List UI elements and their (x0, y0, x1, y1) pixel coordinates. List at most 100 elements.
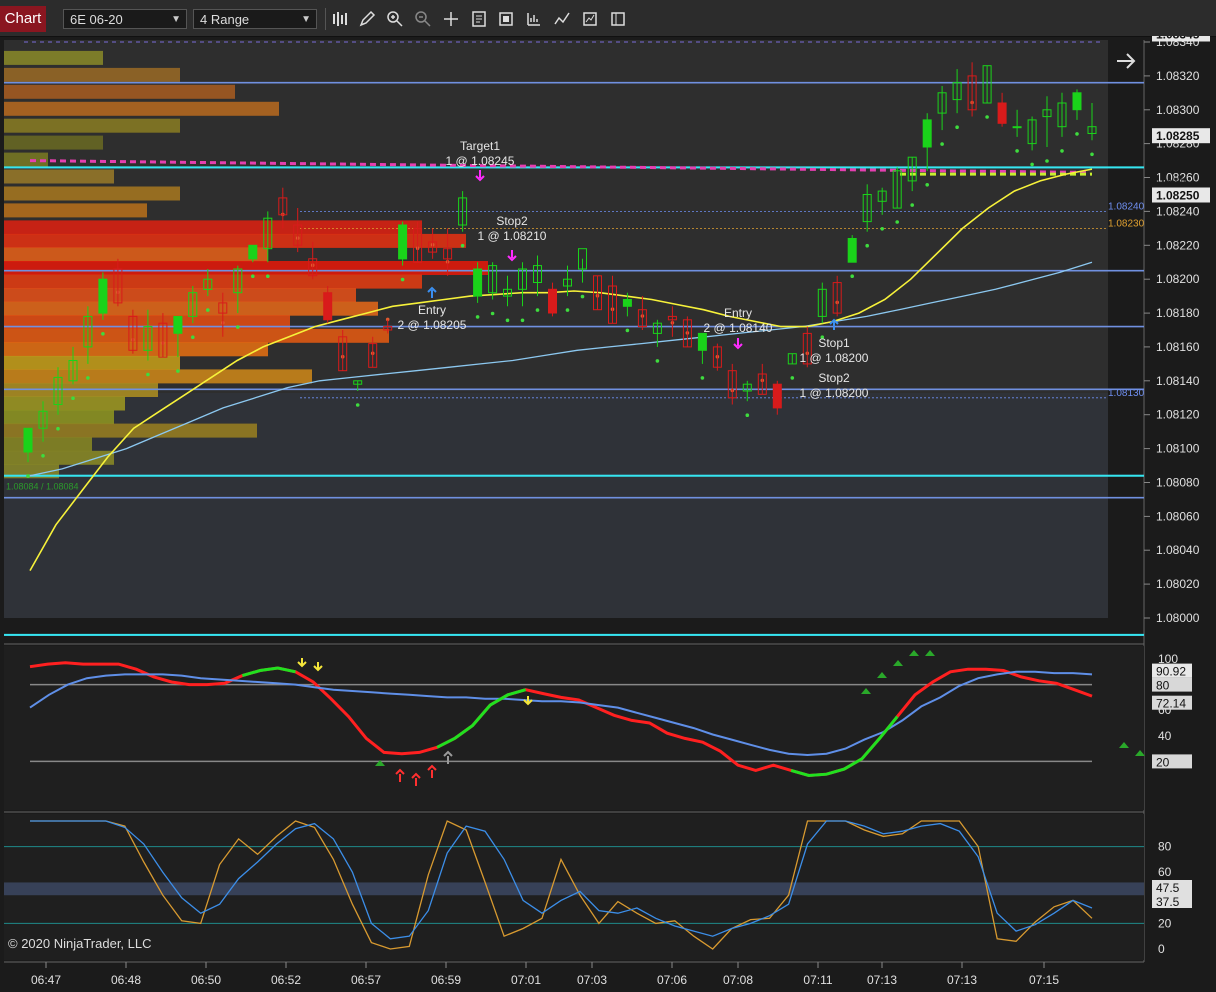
candle-body (308, 258, 318, 277)
candle-body (218, 302, 228, 314)
candle-body (38, 410, 48, 429)
trail-dot (1015, 149, 1019, 153)
candle-body (637, 309, 647, 328)
trail-dot (355, 403, 360, 407)
trail-dot (655, 359, 660, 363)
order-label-title: Stop1 (818, 336, 850, 350)
order-label-text: 2 @ 1.08140 (704, 321, 773, 335)
oscillator-2-tick-label: 0 (1158, 942, 1165, 956)
trail-dot (1030, 162, 1034, 167)
trail-dot (910, 203, 914, 207)
order-label-title: Stop2 (818, 371, 850, 385)
candle-body (533, 265, 542, 284)
candle-body (1012, 126, 1022, 129)
order-label-title: Stop2 (496, 214, 528, 228)
price-tick-label: 1.08240 (1156, 204, 1200, 218)
pencil-icon-glyph (359, 10, 376, 27)
candle-body (682, 319, 692, 348)
price-tick-label: 1.08100 (1156, 442, 1200, 456)
volume-profile-bar (4, 169, 114, 184)
time-tick-label: 06:52 (271, 973, 301, 987)
indicators-icon-glyph (499, 12, 513, 26)
candle-body (787, 353, 797, 365)
instrument-selector[interactable]: 6E 06-20 ▼ (63, 9, 187, 29)
candle-body (817, 288, 827, 317)
trail-dot (56, 426, 60, 431)
candle-body (907, 156, 917, 182)
volume-profile-bar (4, 355, 180, 370)
candle-body (248, 244, 258, 260)
candle-body (458, 197, 468, 226)
candle-body (173, 315, 183, 334)
template-icon-glyph (583, 12, 597, 26)
trail-dot (565, 308, 570, 312)
volume-profile-bar (4, 274, 422, 289)
oscillator-1-panel: 1008060402090.928072.1420 (4, 646, 1192, 810)
time-tick-label: 06:47 (31, 973, 61, 987)
oscillator-2-panel: 80604020047.537.5 (4, 814, 1192, 960)
candle-body (727, 370, 737, 399)
candle-body (578, 248, 587, 270)
price-tick-label: 1.08040 (1156, 543, 1200, 557)
trail-dot (490, 311, 495, 316)
candle-body (353, 380, 363, 385)
zoom-out-icon-glyph (415, 11, 431, 27)
oscillator-1-badge-label: 80 (1156, 679, 1170, 693)
price-tick-label: 1.08160 (1156, 340, 1200, 354)
order-label-title: Entry (418, 303, 446, 317)
chevron-down-icon: ▼ (171, 14, 181, 25)
volume-profile-bar (4, 437, 92, 452)
trail-dot (86, 376, 90, 380)
time-tick-label: 06:50 (191, 973, 221, 987)
volume-profile-bar (4, 50, 103, 65)
trail-dot (865, 243, 869, 248)
trail-dot (895, 220, 899, 224)
candle-body (1057, 102, 1067, 128)
trail-dot (925, 183, 929, 187)
time-tick-label: 07:01 (511, 973, 541, 987)
trail-dot (985, 115, 989, 119)
bars-icon-glyph (333, 12, 347, 26)
time-tick-label: 07:11 (803, 973, 832, 987)
candle-body (488, 265, 498, 294)
zoom-out-icon[interactable] (414, 10, 432, 28)
chart-canvas[interactable]: Target11 @ 1.08245Stop21 @ 1.08210Entry2… (0, 36, 1216, 992)
trail-dot (1090, 152, 1094, 157)
chart-style-icon[interactable] (553, 10, 571, 28)
volume-profile-bar (4, 84, 235, 99)
candle-body (188, 292, 198, 317)
properties-icon[interactable] (470, 10, 488, 28)
candle-body (862, 194, 872, 223)
trail-dot (1045, 159, 1049, 163)
candle-body (772, 383, 782, 409)
indicators-icon[interactable] (497, 10, 515, 28)
candle-body (413, 227, 423, 263)
data-box-icon[interactable] (609, 10, 627, 28)
time-tick-label: 07:13 (947, 973, 977, 987)
price-tick-label: 1.08320 (1156, 69, 1200, 83)
oscillator-2-tick-label: 80 (1158, 840, 1172, 854)
order-label-text: 2 @ 1.08205 (398, 318, 467, 332)
zoom-in-icon[interactable] (386, 10, 404, 28)
candle-body (503, 288, 512, 297)
candle-body (368, 343, 378, 368)
volume-profile-bar (4, 410, 114, 425)
chart-tab[interactable]: Chart (0, 6, 46, 32)
template-icon[interactable] (581, 10, 599, 28)
trail-dot (26, 474, 30, 478)
price-tick-label: 1.08220 (1156, 238, 1200, 252)
trail-dot (41, 454, 45, 458)
pencil-icon[interactable] (358, 10, 376, 28)
candle-body (398, 224, 408, 260)
crosshair-icon[interactable] (442, 10, 460, 28)
candle-body (937, 92, 947, 114)
candle-body (443, 248, 453, 260)
candle-body (1042, 109, 1052, 118)
chevron-down-icon: ▼ (301, 14, 311, 25)
bars-icon[interactable] (331, 10, 349, 28)
strategies-icon[interactable] (525, 10, 543, 28)
candle-body (203, 278, 213, 290)
bar-type-selector[interactable]: 4 Range ▼ (193, 9, 317, 29)
trail-dot (251, 274, 255, 279)
trail-dot (955, 125, 959, 129)
